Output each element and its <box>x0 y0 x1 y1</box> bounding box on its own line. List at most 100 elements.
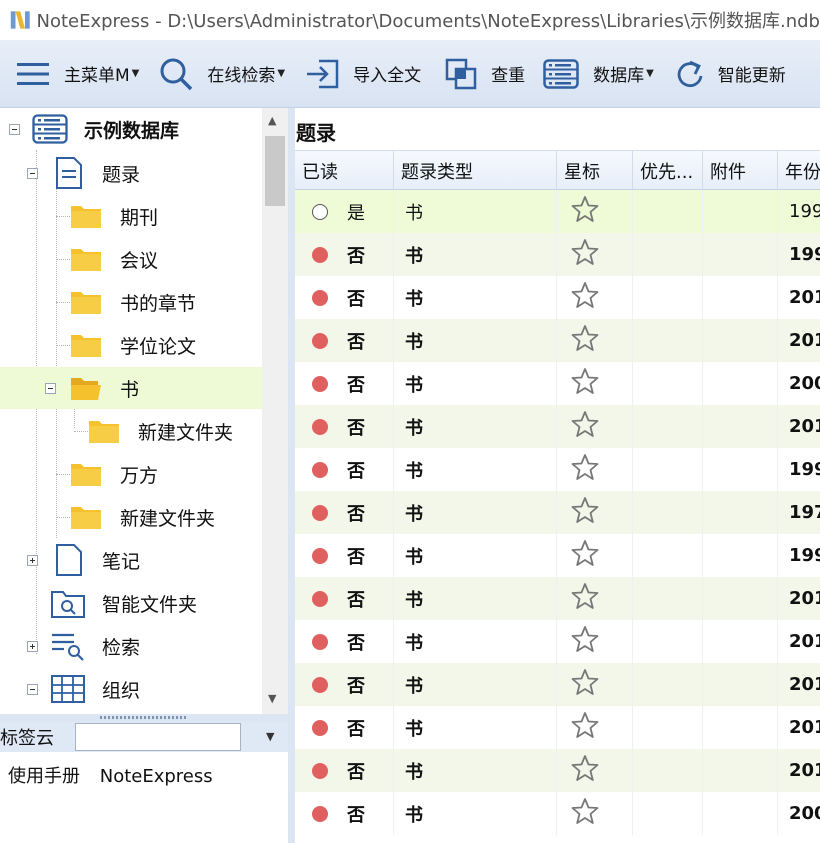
tree-item-notes[interactable]: 笔记 <box>0 539 262 581</box>
pane-splitter[interactable] <box>0 714 288 722</box>
column-header-read[interactable]: 已读 <box>295 151 394 189</box>
star-cell <box>557 190 633 233</box>
note-icon <box>56 544 82 576</box>
read-cell[interactable]: 否 <box>295 491 394 534</box>
smart-update-button[interactable]: 智能更新 <box>672 40 790 107</box>
folder-tree: 示例数据库 题录 期刊 会议 书的章节 学位论文 书 新建文件夹 万方 新建文件… <box>0 108 288 714</box>
column-header-type[interactable]: 题录类型 <box>394 151 557 189</box>
read-cell[interactable]: 否 <box>295 276 394 319</box>
table-row[interactable]: 否 书 201 <box>295 405 820 448</box>
tree-item-wanfang[interactable]: 万方 <box>0 453 262 495</box>
vertical-splitter[interactable] <box>288 108 295 843</box>
read-cell[interactable]: 否 <box>295 620 394 663</box>
read-cell[interactable]: 否 <box>295 749 394 792</box>
tagcloud-input[interactable] <box>75 723 241 751</box>
scroll-thumb[interactable] <box>265 136 285 206</box>
read-cell[interactable]: 否 <box>295 233 394 276</box>
table-row[interactable]: 否 书 197 <box>295 491 820 534</box>
table-row[interactable]: 否 书 201 <box>295 620 820 663</box>
star-icon[interactable] <box>571 496 599 529</box>
table-row[interactable]: 否 书 199 <box>295 448 820 491</box>
expand-toggle[interactable] <box>27 555 38 566</box>
table-row[interactable]: 否 书 201 <box>295 663 820 706</box>
import-fulltext-button[interactable]: 导入全文 <box>301 40 425 107</box>
tree-item-new-folder[interactable]: 新建文件夹 <box>0 496 262 538</box>
tag-item[interactable]: 使用手册 <box>8 766 80 787</box>
read-cell[interactable]: 否 <box>295 405 394 448</box>
collapse-toggle[interactable] <box>27 168 38 179</box>
collapse-toggle[interactable] <box>45 383 56 394</box>
star-icon[interactable] <box>571 195 599 228</box>
star-icon[interactable] <box>571 281 599 314</box>
star-icon[interactable] <box>571 711 599 744</box>
collapse-toggle[interactable] <box>27 684 38 695</box>
table-row[interactable]: 否 书 199 <box>295 534 820 577</box>
type-cell: 书 <box>394 233 557 276</box>
table-row[interactable]: 否 书 201 <box>295 706 820 749</box>
tree-item-thesis[interactable]: 学位论文 <box>0 324 262 366</box>
star-icon[interactable] <box>571 754 599 787</box>
grid-header: 已读 题录类型 星标 优先... 附件 年份 <box>295 150 820 190</box>
read-cell[interactable]: 否 <box>295 706 394 749</box>
read-cell[interactable]: 是 <box>295 190 394 233</box>
expand-toggle[interactable] <box>27 641 38 652</box>
table-row[interactable]: 否 书 201 <box>295 276 820 319</box>
chevron-down-icon[interactable]: ▼ <box>266 730 274 743</box>
main-menu-button[interactable]: 主菜单M ▼ <box>0 40 143 107</box>
scroll-up-icon[interactable]: ▲ <box>268 114 276 127</box>
star-icon[interactable] <box>571 582 599 615</box>
star-icon[interactable] <box>571 410 599 443</box>
star-icon[interactable] <box>571 238 599 271</box>
collapse-toggle[interactable] <box>9 124 20 135</box>
table-row[interactable]: 否 书 200 <box>295 792 820 835</box>
tree-item-root[interactable]: 示例数据库 <box>0 108 262 150</box>
table-row[interactable]: 否 书 199 <box>295 233 820 276</box>
star-icon[interactable] <box>571 625 599 658</box>
table-row[interactable]: 否 书 201 <box>295 577 820 620</box>
read-cell[interactable]: 否 <box>295 663 394 706</box>
dedupe-button[interactable]: 查重 <box>441 40 529 107</box>
star-cell <box>557 577 633 620</box>
attachment-cell <box>703 405 778 448</box>
table-row[interactable]: 否 书 201 <box>295 749 820 792</box>
tag-list: 使用手册 NoteExpress <box>0 752 288 843</box>
record-year: 201 <box>789 674 820 695</box>
database-button[interactable]: 数据库 ▼ <box>539 40 658 107</box>
tree-item-organize[interactable]: 组织 <box>0 668 262 710</box>
year-cell: 201 <box>778 405 820 448</box>
tree-item-journal[interactable]: 期刊 <box>0 195 262 237</box>
tree-item-smart-folder[interactable]: 智能文件夹 <box>0 582 262 624</box>
star-icon[interactable] <box>571 324 599 357</box>
column-header-star[interactable]: 星标 <box>557 151 633 189</box>
read-cell[interactable]: 否 <box>295 577 394 620</box>
tree-item-label: 万方 <box>120 464 159 487</box>
column-header-attachment[interactable]: 附件 <box>703 151 778 189</box>
star-icon[interactable] <box>571 453 599 486</box>
table-row[interactable]: 是 书 199 <box>295 190 820 233</box>
tree-item-conference[interactable]: 会议 <box>0 238 262 280</box>
column-header-priority[interactable]: 优先... <box>633 151 703 189</box>
tree-item-book-chapter[interactable]: 书的章节 <box>0 281 262 323</box>
tree-item-new-folder-child[interactable]: 新建文件夹 <box>0 410 262 452</box>
star-icon[interactable] <box>571 797 599 830</box>
scroll-down-icon[interactable]: ▼ <box>268 692 276 705</box>
table-row[interactable]: 否 书 201 <box>295 319 820 362</box>
column-header-year[interactable]: 年份 <box>778 151 820 189</box>
online-search-button[interactable]: 在线检索 ▼ <box>155 40 289 107</box>
tree-item-search[interactable]: 检索 <box>0 625 262 667</box>
tree-scrollbar[interactable]: ▲ ▼ <box>262 108 288 714</box>
star-cell <box>557 491 633 534</box>
star-icon[interactable] <box>571 539 599 572</box>
tag-item[interactable]: NoteExpress <box>100 766 213 787</box>
star-icon[interactable] <box>571 668 599 701</box>
read-cell[interactable]: 否 <box>295 534 394 577</box>
tree-item-records[interactable]: 题录 <box>0 152 262 194</box>
tree-item-book[interactable]: 书 <box>0 367 262 409</box>
read-cell[interactable]: 否 <box>295 362 394 405</box>
read-cell[interactable]: 否 <box>295 319 394 362</box>
star-icon[interactable] <box>571 367 599 400</box>
table-row[interactable]: 否 书 200 <box>295 362 820 405</box>
read-cell[interactable]: 否 <box>295 448 394 491</box>
read-cell[interactable]: 否 <box>295 792 394 835</box>
star-cell <box>557 706 633 749</box>
